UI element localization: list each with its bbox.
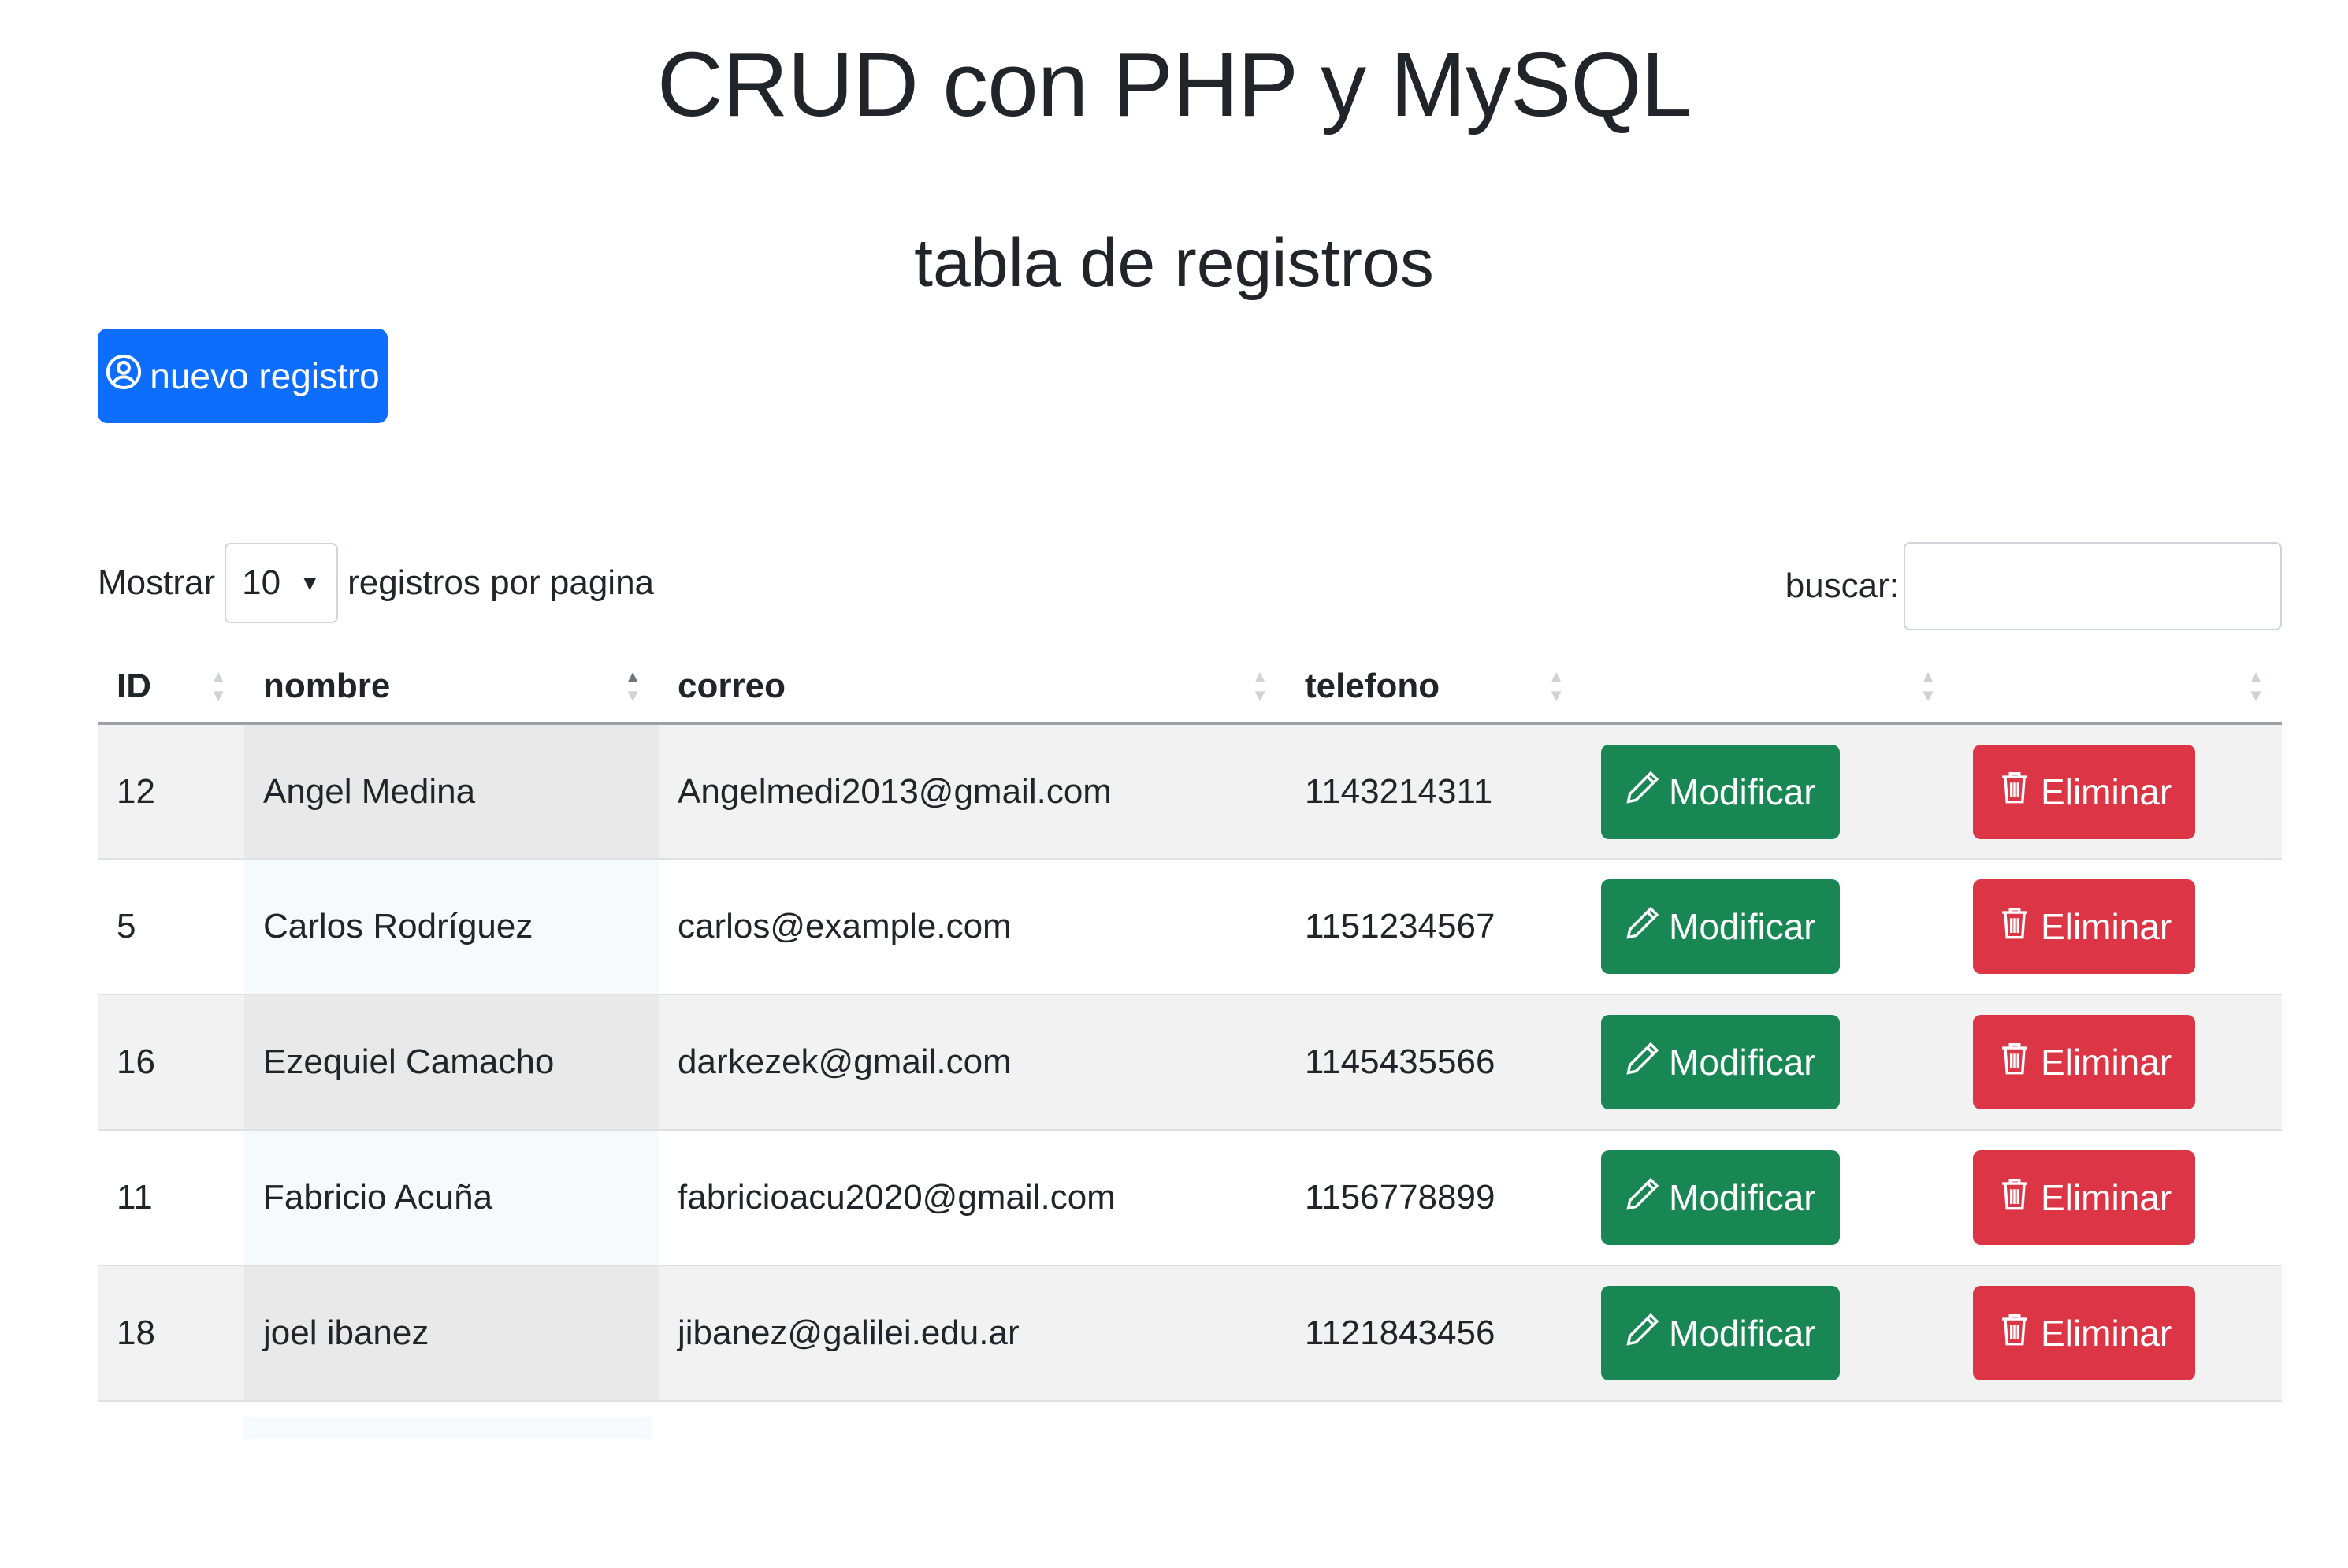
delete-label: Eliminar	[2041, 1177, 2172, 1218]
cell-id: 18	[98, 1265, 244, 1402]
sort-both-icon: ▲ ▼	[1919, 667, 1937, 705]
cell-edit: Modificar	[1582, 1130, 1954, 1266]
cell-telefono: 1121843456	[1286, 1265, 1582, 1402]
cell-edit: Modificar	[1582, 994, 1954, 1131]
length-prefix: Mostrar	[98, 563, 216, 602]
sort-both-icon: ▲ ▼	[2247, 667, 2264, 705]
cell-telefono: 1145435566	[1286, 994, 1582, 1131]
table-row: 18 joel ibanez jibanez@galilei.edu.ar 11…	[98, 1265, 2282, 1402]
page-length-control: Mostrar 10 ▼ registros por pagina	[98, 542, 654, 624]
delete-button[interactable]: Eliminar	[1973, 1015, 2196, 1109]
delete-label: Eliminar	[2041, 771, 2172, 812]
cell-edit: Modificar	[1582, 859, 1954, 995]
records-table-container: ID ▲ ▼ nombre ▲ ▼ correo ▲ ▼ telefono ▲ ▼	[98, 651, 2282, 1402]
table-bottom-edge	[243, 1417, 652, 1439]
table-row: 11 Fabricio Acuña fabricioacu2020@gmail.…	[98, 1130, 2282, 1266]
modify-button[interactable]: Modificar	[1601, 744, 1840, 839]
column-header-nombre[interactable]: nombre ▲ ▼	[244, 651, 659, 725]
cell-correo: Angelmedi2013@gmail.com	[659, 723, 1286, 860]
table-header-row: ID ▲ ▼ nombre ▲ ▼ correo ▲ ▼ telefono ▲ ▼	[98, 651, 2282, 725]
table-row: 5 Carlos Rodríguez carlos@example.com 11…	[98, 859, 2282, 995]
cell-delete: Eliminar	[1954, 859, 2282, 995]
cell-delete: Eliminar	[1954, 1265, 2282, 1402]
cell-delete: Eliminar	[1954, 994, 2282, 1131]
delete-button[interactable]: Eliminar	[1973, 744, 2196, 839]
modify-label: Modificar	[1669, 1313, 1816, 1354]
cell-delete: Eliminar	[1954, 723, 2282, 860]
modify-button[interactable]: Modificar	[1601, 1286, 1840, 1380]
delete-button[interactable]: Eliminar	[1973, 1286, 2196, 1380]
sort-ascending-icon: ▲ ▼	[624, 667, 641, 705]
modify-button[interactable]: Modificar	[1601, 1015, 1840, 1109]
pencil-icon	[1625, 1311, 1661, 1356]
table-row: 16 Ezequiel Camacho darkezek@gmail.com 1…	[98, 994, 2282, 1131]
pencil-icon	[1625, 1176, 1661, 1221]
pencil-icon	[1625, 769, 1661, 814]
cell-nombre: Fabricio Acuña	[244, 1130, 659, 1266]
cell-nombre: Angel Medina	[244, 723, 659, 860]
trash-icon	[1997, 1311, 2033, 1356]
sort-both-icon: ▲ ▼	[1251, 667, 1269, 705]
trash-icon	[1997, 1040, 2033, 1085]
chevron-down-icon: ▼	[299, 570, 321, 595]
cell-nombre: joel ibanez	[244, 1265, 659, 1402]
cell-id: 5	[98, 859, 244, 995]
length-suffix: registros por pagina	[347, 563, 655, 602]
trash-icon	[1997, 769, 2033, 814]
cell-correo: jibanez@galilei.edu.ar	[659, 1265, 1286, 1402]
cell-id: 12	[98, 723, 244, 860]
cell-correo: fabricioacu2020@gmail.com	[659, 1130, 1286, 1266]
table-row: 12 Angel Medina Angelmedi2013@gmail.com …	[98, 723, 2282, 860]
delete-button[interactable]: Eliminar	[1973, 879, 2196, 974]
delete-label: Eliminar	[2041, 1042, 2172, 1083]
cell-nombre: Ezequiel Camacho	[244, 994, 659, 1131]
page-length-select[interactable]: 10 ▼	[225, 543, 339, 623]
page-title: CRUD con PHP y MySQL	[656, 33, 1692, 136]
cell-correo: carlos@example.com	[659, 859, 1286, 995]
cell-correo: darkezek@gmail.com	[659, 994, 1286, 1131]
pencil-icon	[1625, 905, 1661, 949]
cell-delete: Eliminar	[1954, 1130, 2282, 1266]
new-record-button[interactable]: nuevo registro	[98, 329, 388, 423]
page: CRUD con PHP y MySQL tabla de registros …	[0, 0, 2348, 1568]
cell-id: 11	[98, 1130, 244, 1266]
delete-button[interactable]: Eliminar	[1973, 1150, 2196, 1245]
modify-label: Modificar	[1669, 906, 1816, 947]
modify-button[interactable]: Modificar	[1601, 879, 1840, 974]
sort-both-icon: ▲ ▼	[210, 667, 227, 705]
cell-id: 16	[98, 994, 244, 1131]
search-label: buscar:	[1785, 567, 1899, 605]
cell-nombre: Carlos Rodríguez	[244, 859, 659, 995]
column-header-correo[interactable]: correo ▲ ▼	[659, 651, 1286, 725]
page-length-value: 10	[242, 563, 281, 602]
records-table: ID ▲ ▼ nombre ▲ ▼ correo ▲ ▼ telefono ▲ ▼	[98, 651, 2282, 1402]
sort-both-icon: ▲ ▼	[1547, 667, 1565, 705]
search-control: buscar:	[1785, 542, 2282, 630]
cell-edit: Modificar	[1582, 723, 1954, 860]
cell-edit: Modificar	[1582, 1265, 1954, 1402]
user-circle-icon	[106, 354, 142, 399]
cell-telefono: 1156778899	[1286, 1130, 1582, 1266]
trash-icon	[1997, 905, 2033, 949]
trash-icon	[1997, 1176, 2033, 1221]
new-record-label: nuevo registro	[150, 355, 380, 396]
delete-label: Eliminar	[2041, 1313, 2172, 1354]
modify-label: Modificar	[1669, 1177, 1816, 1218]
cell-telefono: 1151234567	[1286, 859, 1582, 995]
pencil-icon	[1625, 1040, 1661, 1085]
column-header-delete[interactable]: ▲ ▼	[1954, 651, 2282, 725]
cell-telefono: 1143214311	[1286, 723, 1582, 860]
search-input[interactable]	[1904, 542, 2282, 630]
column-header-edit[interactable]: ▲ ▼	[1582, 651, 1954, 725]
delete-label: Eliminar	[2041, 906, 2172, 947]
column-header-telefono[interactable]: telefono ▲ ▼	[1286, 651, 1582, 725]
modify-button[interactable]: Modificar	[1601, 1150, 1840, 1245]
modify-label: Modificar	[1669, 771, 1816, 812]
modify-label: Modificar	[1669, 1042, 1816, 1083]
section-title: tabla de registros	[914, 225, 1434, 301]
column-header-id[interactable]: ID ▲ ▼	[98, 651, 244, 725]
